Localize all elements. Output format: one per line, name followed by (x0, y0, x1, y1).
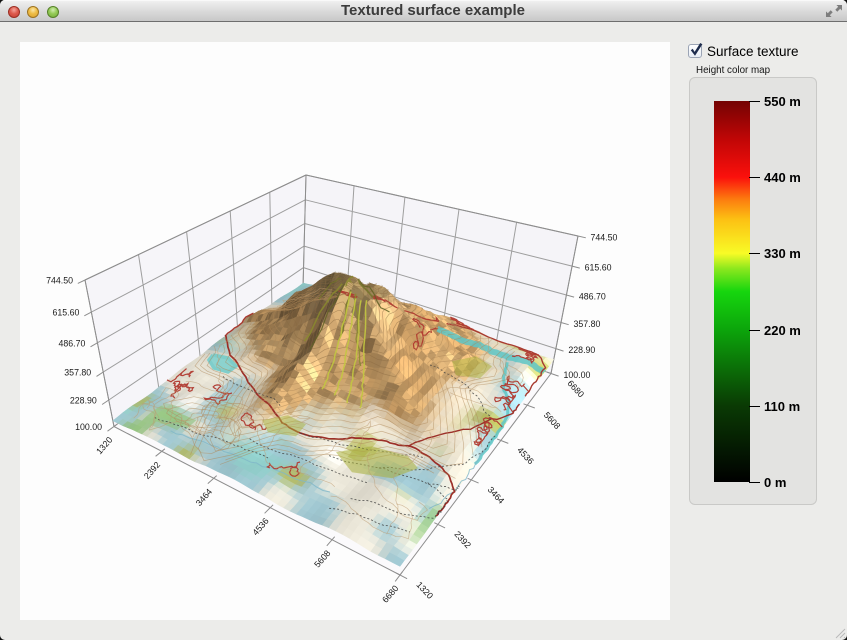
svg-text:744.50: 744.50 (46, 276, 73, 286)
svg-text:615.60: 615.60 (52, 308, 79, 318)
svg-text:228.90: 228.90 (568, 345, 595, 355)
svg-text:100.00: 100.00 (75, 422, 102, 432)
svg-text:486.70: 486.70 (58, 338, 85, 348)
svg-text:357.80: 357.80 (64, 368, 91, 378)
svg-text:357.80: 357.80 (574, 319, 601, 329)
svg-text:486.70: 486.70 (579, 292, 606, 302)
svg-text:228.90: 228.90 (70, 396, 97, 406)
svg-text:615.60: 615.60 (585, 263, 612, 273)
svg-text:100.00: 100.00 (564, 370, 591, 380)
svg-text:744.50: 744.50 (591, 233, 618, 243)
